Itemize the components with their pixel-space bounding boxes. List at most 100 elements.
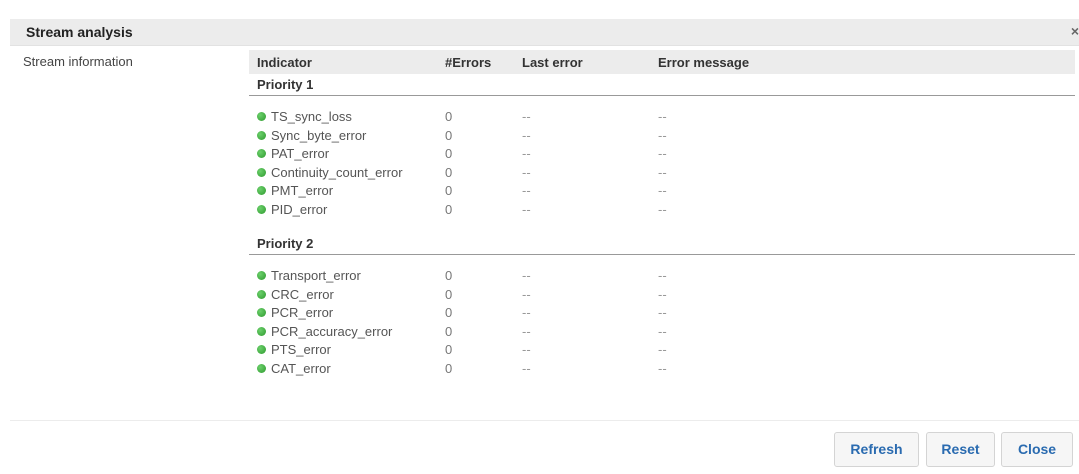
status-ok-icon: [257, 308, 266, 318]
indicator-cell: PID_error: [257, 202, 327, 217]
table-row: PAT_error 0 -- --: [249, 145, 1075, 164]
reset-button[interactable]: Reset: [926, 432, 995, 467]
table-row: Continuity_count_error 0 -- --: [249, 164, 1075, 183]
error-message: --: [658, 286, 667, 302]
stream-table: Indicator #Errors Last error Error messa…: [249, 50, 1075, 392]
error-message: --: [658, 183, 667, 198]
error-message: --: [658, 342, 667, 357]
errors-count: 0: [445, 164, 453, 180]
errors-count: 0: [445, 323, 453, 339]
refresh-button[interactable]: Refresh: [834, 432, 919, 467]
last-error: --: [522, 305, 531, 320]
status-ok-icon: [257, 345, 266, 355]
last-error: --: [522, 127, 531, 143]
indicator-name: Continuity_count_error: [271, 164, 403, 180]
table-row: PID_error 0 -- --: [249, 201, 1075, 220]
status-ok-icon: [257, 326, 266, 336]
last-error: --: [522, 164, 531, 180]
group-title: Priority 2: [249, 233, 1075, 255]
header-last-error: Last error: [522, 55, 583, 70]
indicator-name: PMT_error: [271, 183, 334, 198]
errors-count: 0: [445, 146, 453, 161]
indicator-cell: PCR_accuracy_error: [257, 324, 392, 339]
footer-divider: [10, 420, 1079, 421]
table-row: PMT_error 0 -- --: [249, 182, 1075, 201]
group-title-label: Priority 2: [257, 236, 314, 251]
group-title-label: Priority 1: [257, 77, 314, 92]
indicator-name: TS_sync_loss: [271, 109, 352, 124]
errors-count: 0: [445, 342, 453, 357]
status-ok-icon: [257, 167, 266, 177]
status-ok-icon: [257, 112, 266, 122]
errors-count: 0: [445, 127, 453, 143]
errors-count: 0: [445, 109, 453, 124]
last-error: --: [522, 183, 531, 198]
indicator-name: Transport_error: [271, 268, 361, 283]
group-title: Priority 1: [249, 74, 1075, 96]
status-ok-icon: [257, 149, 266, 159]
error-message: --: [658, 268, 667, 283]
group-rows: TS_sync_loss 0 -- -- Sync_byte_error 0 -- -- PAT…: [249, 96, 1075, 233]
error-message: --: [658, 360, 667, 376]
status-ok-icon: [257, 204, 266, 214]
indicator-cell: PMT_error: [257, 183, 333, 198]
indicator-name: CAT_error: [271, 360, 331, 376]
last-error: --: [522, 286, 531, 302]
errors-count: 0: [445, 183, 453, 198]
status-ok-icon: [257, 289, 266, 299]
close-button[interactable]: Close: [1001, 432, 1073, 467]
indicator-cell: Continuity_count_error: [257, 165, 403, 180]
table-row: CAT_error 0 -- --: [249, 360, 1075, 379]
indicator-cell: PCR_error: [257, 305, 333, 320]
header-indicator: Indicator: [257, 55, 312, 70]
errors-count: 0: [445, 201, 453, 217]
last-error: --: [522, 109, 531, 124]
last-error: --: [522, 201, 531, 217]
header-error-message: Error message: [658, 55, 750, 70]
status-ok-icon: [257, 363, 266, 373]
group-rows: Transport_error 0 -- -- CRC_error 0 -- -- PCR_er…: [249, 255, 1075, 392]
table-row: Transport_error 0 -- --: [249, 267, 1075, 286]
header-errors: #Errors: [445, 55, 492, 70]
indicator-name: PTS_error: [271, 342, 331, 357]
indicator-cell: CAT_error: [257, 361, 331, 376]
indicator-name: PAT_error: [271, 146, 330, 161]
dialog-titlebar: Stream analysis ×: [10, 19, 1079, 46]
last-error: --: [522, 360, 531, 376]
indicator-name: CRC_error: [271, 286, 334, 302]
table-row: PTS_error 0 -- --: [249, 341, 1075, 360]
indicator-name: PCR_accuracy_error: [271, 323, 393, 339]
indicator-cell: Transport_error: [257, 268, 361, 283]
errors-count: 0: [445, 305, 453, 320]
indicator-cell: PAT_error: [257, 146, 329, 161]
error-message: --: [658, 127, 667, 143]
status-ok-icon: [257, 130, 266, 140]
error-message: --: [658, 164, 667, 180]
last-error: --: [522, 342, 531, 357]
last-error: --: [522, 323, 531, 339]
indicator-name: Sync_byte_error: [271, 127, 367, 143]
stream-analysis-dialog: Stream analysis × Stream information Ind…: [0, 0, 1079, 474]
table-row: TS_sync_loss 0 -- --: [249, 108, 1075, 127]
indicator-cell: TS_sync_loss: [257, 109, 352, 124]
table-row: PCR_accuracy_error 0 -- --: [249, 323, 1075, 342]
indicator-cell: CRC_error: [257, 287, 334, 302]
status-ok-icon: [257, 186, 266, 196]
errors-count: 0: [445, 268, 453, 283]
indicator-name: PCR_error: [271, 305, 334, 320]
errors-count: 0: [445, 286, 453, 302]
errors-count: 0: [445, 360, 453, 376]
last-error: --: [522, 146, 531, 161]
table-row: Sync_byte_error 0 -- --: [249, 127, 1075, 146]
last-error: --: [522, 268, 531, 283]
status-ok-icon: [257, 271, 266, 281]
indicator-cell: Sync_byte_error: [257, 128, 366, 143]
table-row: CRC_error 0 -- --: [249, 286, 1075, 305]
indicator-cell: PTS_error: [257, 342, 331, 357]
close-icon[interactable]: ×: [1071, 23, 1079, 39]
table-body: Priority 1 TS_sync_loss 0 -- -- Sync_byte_err…: [249, 74, 1075, 392]
table-row: PCR_error 0 -- --: [249, 304, 1075, 323]
error-message: --: [658, 146, 667, 161]
table-header: Indicator #Errors Last error Error messa…: [249, 50, 1075, 74]
error-message: --: [658, 109, 667, 124]
